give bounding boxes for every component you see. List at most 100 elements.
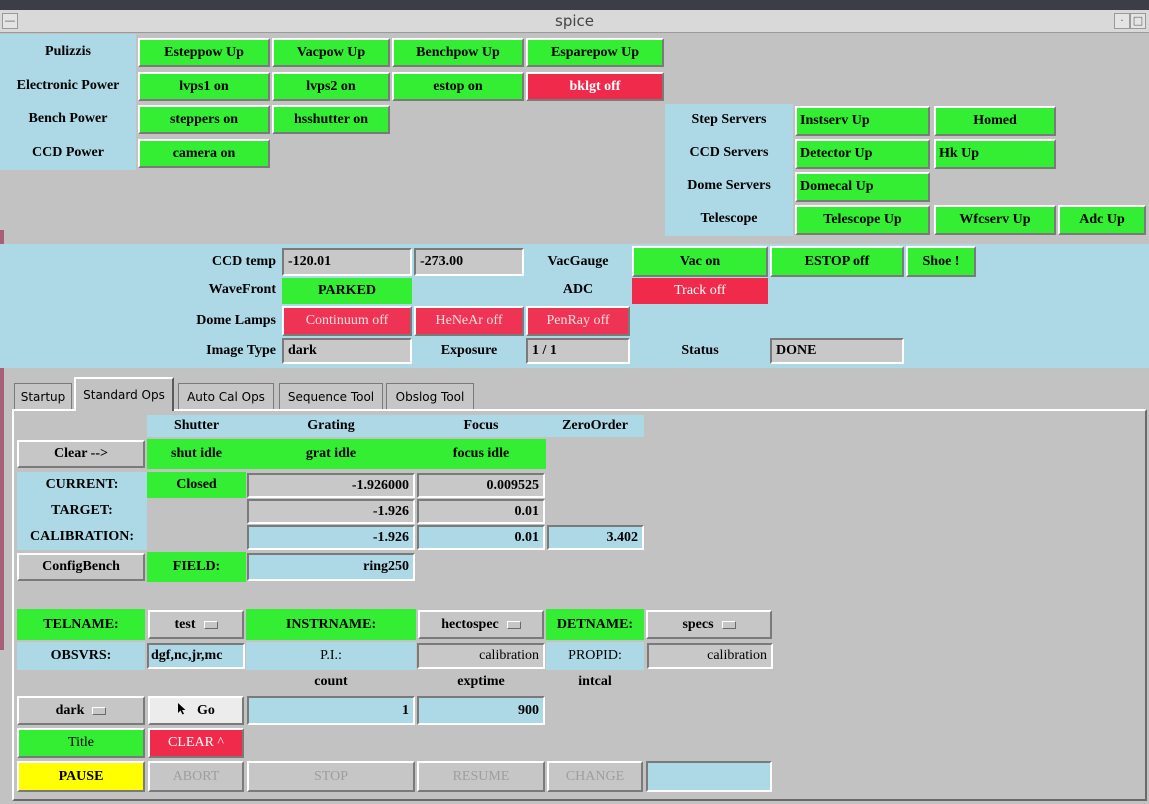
- focus-current-field: 0.009525: [417, 473, 545, 498]
- change-button[interactable]: CHANGE: [547, 761, 643, 792]
- homed-button[interactable]: Homed: [934, 106, 1056, 136]
- estop-button[interactable]: ESTOP off: [770, 246, 904, 277]
- obsvrs-field[interactable]: dgf,nc,jr,mc: [147, 643, 245, 669]
- adc-server-button[interactable]: Adc Up: [1058, 205, 1146, 235]
- tab-standard-ops[interactable]: Standard Ops: [74, 377, 174, 411]
- detname-select[interactable]: specs: [646, 610, 772, 639]
- go-button[interactable]: Go: [148, 696, 244, 725]
- vacpow-button[interactable]: Vacpow Up: [272, 38, 390, 67]
- hk-button[interactable]: Hk Up: [934, 139, 1056, 169]
- image-type-field: dark: [282, 338, 412, 364]
- field-label: FIELD:: [147, 552, 246, 582]
- adc-label: ADC: [562, 282, 594, 297]
- clear-title-button[interactable]: CLEAR ^: [148, 728, 244, 758]
- ccd-temp-label: CCD temp: [211, 254, 276, 269]
- obsvrs-label: OBSVRS:: [17, 642, 145, 670]
- camera-button[interactable]: camera on: [138, 139, 270, 168]
- zeroorder-calibration-field[interactable]: 3.402: [547, 525, 644, 550]
- continuum-lamp-button[interactable]: Continuum off: [282, 306, 412, 336]
- detector-button[interactable]: Detector Up: [795, 139, 930, 169]
- grating-calibration-field[interactable]: -1.926: [247, 525, 415, 550]
- instrname-select[interactable]: hectospec: [418, 610, 544, 639]
- propid-field[interactable]: calibration: [647, 643, 773, 669]
- instrname-label: INSTRNAME:: [246, 609, 416, 640]
- cursor-arrow-icon: [177, 702, 187, 720]
- instrname-value: hectospec: [441, 616, 499, 632]
- configbench-button[interactable]: ConfigBench: [17, 553, 145, 581]
- window-menu-button[interactable]: —: [2, 13, 18, 29]
- wfcserv-button[interactable]: Wfcserv Up: [934, 205, 1056, 235]
- lvps2-button[interactable]: lvps2 on: [272, 72, 390, 101]
- telname-select[interactable]: test: [148, 610, 244, 639]
- tab-sequence-tool[interactable]: Sequence Tool: [279, 383, 383, 410]
- steppers-button[interactable]: steppers on: [138, 105, 270, 134]
- window-title: spice: [555, 12, 594, 30]
- change-value-field[interactable]: [646, 761, 772, 792]
- vac-button[interactable]: Vac on: [632, 246, 768, 277]
- ccd-servers-label: CCD Servers: [689, 145, 769, 160]
- detname-label: DETNAME:: [546, 609, 644, 640]
- adc-track-button[interactable]: Track off: [632, 278, 768, 304]
- shutter-state: shut idle: [147, 439, 246, 469]
- status-field: DONE: [770, 338, 904, 364]
- penray-lamp-button[interactable]: PenRay off: [526, 306, 630, 336]
- dome-servers-label: Dome Servers: [687, 178, 771, 193]
- wavefront-label: WaveFront: [208, 282, 276, 297]
- minimize-button[interactable]: ·: [1114, 13, 1130, 29]
- bklgt-button[interactable]: bklgt off: [526, 72, 664, 101]
- pause-button[interactable]: PAUSE: [17, 761, 145, 792]
- clear-button[interactable]: Clear -->: [17, 440, 145, 468]
- benchpow-button[interactable]: Benchpow Up: [392, 38, 524, 67]
- esparepow-button[interactable]: Esparepow Up: [526, 38, 664, 67]
- focus-header: Focus: [416, 415, 546, 437]
- exposure-field: 1 / 1: [526, 338, 630, 364]
- title-button[interactable]: Title: [17, 728, 145, 758]
- tab-auto-cal-ops[interactable]: Auto Cal Ops: [178, 383, 274, 410]
- estop-power-button[interactable]: estop on: [392, 72, 524, 101]
- hsshutter-button[interactable]: hsshutter on: [272, 105, 390, 134]
- pi-label: P.I.:: [246, 642, 416, 670]
- intcal-label: intcal: [578, 674, 612, 689]
- abort-button[interactable]: ABORT: [148, 761, 244, 792]
- telname-value: test: [174, 616, 196, 632]
- propid-label: PROPID:: [546, 642, 644, 670]
- step-servers-label: Step Servers: [691, 112, 767, 127]
- telescope-label: Telescope: [700, 211, 758, 226]
- bench-power-label: Bench Power: [28, 111, 108, 126]
- exptime-field[interactable]: 900: [417, 696, 545, 725]
- shutter-header: Shutter: [147, 415, 246, 437]
- domecal-button[interactable]: Domecal Up: [795, 172, 930, 202]
- ccd-temp-field-1: -120.01: [282, 248, 412, 276]
- telescope-button[interactable]: Telescope Up: [795, 205, 930, 235]
- wavefront-button[interactable]: PARKED: [282, 278, 412, 304]
- menu-icon: —: [4, 14, 16, 27]
- resume-button[interactable]: RESUME: [417, 761, 545, 792]
- go-label: Go: [197, 702, 215, 718]
- image-type-select-value: dark: [55, 702, 85, 718]
- field-input[interactable]: ring250: [247, 553, 415, 581]
- minimize-icon: ·: [1120, 14, 1124, 27]
- grating-header: Grating: [246, 415, 416, 437]
- vacgauge-label: VacGauge: [547, 254, 609, 269]
- exptime-label: exptime: [457, 674, 505, 689]
- shoe-button[interactable]: Shoe !: [906, 246, 976, 277]
- detname-value: specs: [682, 616, 714, 632]
- status-label: Status: [681, 343, 719, 358]
- instserv-button[interactable]: Instserv Up: [795, 106, 930, 136]
- tab-startup[interactable]: Startup: [14, 383, 72, 410]
- esteppow-button[interactable]: Esteppow Up: [138, 38, 270, 67]
- ccd-temp-field-2: -273.00: [414, 248, 524, 276]
- focus-target-field: 0.01: [417, 499, 545, 524]
- henear-lamp-button[interactable]: HeNeAr off: [414, 306, 524, 336]
- focus-calibration-field[interactable]: 0.01: [417, 525, 545, 550]
- image-type-label: Image Type: [206, 343, 276, 358]
- maximize-button[interactable]: □: [1130, 13, 1146, 29]
- image-type-select[interactable]: dark: [17, 696, 145, 725]
- shutter-current: Closed: [147, 472, 246, 498]
- stop-button[interactable]: STOP: [247, 761, 415, 792]
- focus-state: focus idle: [416, 439, 546, 469]
- lvps1-button[interactable]: lvps1 on: [138, 72, 270, 101]
- tab-obslog-tool[interactable]: Obslog Tool: [386, 383, 474, 410]
- pi-field[interactable]: calibration: [417, 643, 545, 669]
- count-field[interactable]: 1: [247, 696, 415, 725]
